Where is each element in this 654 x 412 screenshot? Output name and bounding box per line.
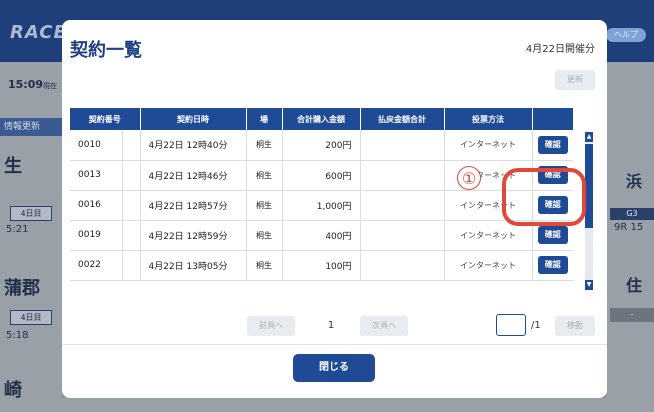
column-header: 契約日時 [140,108,247,130]
table-row: 0016 4月22日 12時57分 桐生 1,000円 インターネット 確認 [70,190,573,221]
venue-time: 5:18 [6,330,29,341]
background-left-panel: 15:09現在 情報更新 生 4日目 5:21 蒲郡 4日目 5:18 崎 [0,62,62,412]
modal-title: 契約一覧 [70,40,142,61]
contract-datetime: 4月22日 12時59分 [140,220,247,251]
contract-venue: 桐生 [246,220,283,251]
grade-badge: G3 [610,208,654,220]
column-header: 場 [246,108,283,130]
contract-method: インターネット [444,250,533,281]
move-button[interactable]: 移動 [555,316,595,336]
next-page-button[interactable]: 次頁へ [360,316,408,336]
scroll-up-icon[interactable]: ▲ [585,132,593,142]
help-button[interactable]: ヘルプ [606,28,646,42]
contract-list-modal: 契約一覧 4月22日開催分 更新 契約番号 契約日時 場 合計購入金額 払戻金額… [62,20,607,398]
column-header: 払戻金額合計 [360,108,445,130]
modal-date: 4月22日開催分 [525,44,595,55]
day-badge: 4日目 [10,206,52,221]
contract-payout [360,220,445,251]
contract-venue: 桐生 [246,160,283,191]
contract-amount: 200円 [282,130,361,161]
column-header: 投票方法 [444,108,533,130]
annotation-number: ① [457,166,481,190]
table-header: 契約番号 契約日時 場 合計購入金額 払戻金額合計 投票方法 [70,108,573,130]
venue-time: 5:21 [6,224,29,235]
contract-table: 契約番号 契約日時 場 合計購入金額 払戻金額合計 投票方法 0010 4月22… [70,108,573,303]
contract-amount: 1,000円 [282,190,361,221]
current-page: 1 [327,320,335,331]
venue-name-right: 浜 [626,172,643,191]
contract-id: 0019 [70,220,123,251]
prev-page-button[interactable]: 前頁へ [247,316,295,336]
contract-amount: 400円 [282,220,361,251]
current-time: 15:09現在 [8,78,58,91]
modal-divider [62,344,607,345]
contract-datetime: 4月22日 12時46分 [140,160,247,191]
table-row: 0010 4月22日 12時40分 桐生 200円 インターネット 確認 [70,130,573,161]
app-logo: RACE [10,22,67,43]
venue-name-right-2: 住 [626,276,643,295]
close-button[interactable]: 閉じる [293,354,375,382]
contract-payout [360,250,445,281]
contract-id: 0010 [70,130,123,161]
page-total: /1 [531,320,541,331]
table-scrollbar[interactable]: ▲ ▼ [585,132,593,290]
contract-id: 0022 [70,250,123,281]
table-row: 0022 4月22日 13時05分 桐生 100円 インターネット 確認 [70,250,573,281]
contract-datetime: 4月22日 12時40分 [140,130,247,161]
table-row: 0013 4月22日 12時46分 桐生 600円 インターネット 確認 [70,160,573,191]
column-header [532,108,573,130]
venue-name: 生 [4,156,22,177]
contract-id: 0013 [70,160,123,191]
scroll-thumb[interactable] [585,144,593,228]
contract-payout [360,130,445,161]
contract-datetime: 4月22日 13時05分 [140,250,247,281]
right-status-bar: - [610,308,654,322]
contract-payout [360,160,445,191]
info-update-tab[interactable]: 情報更新 [0,118,62,136]
contract-amount: 100円 [282,250,361,281]
race-info: 9R 15 [614,222,644,233]
day-badge: 4日目 [10,310,52,325]
contract-venue: 桐生 [246,250,283,281]
column-header: 契約番号 [70,108,141,130]
contract-method: インターネット [444,130,533,161]
contract-payout [360,190,445,221]
confirm-button[interactable]: 確認 [537,226,568,244]
venue-name: 蒲郡 [4,278,40,299]
annotation-highlight [502,168,586,226]
background-bottom [0,398,654,412]
page-number-input[interactable] [496,314,526,336]
column-header: 合計購入金額 [282,108,361,130]
table-row: 0019 4月22日 12時59分 桐生 400円 インターネット 確認 [70,220,573,251]
contract-venue: 桐生 [246,130,283,161]
contract-venue: 桐生 [246,190,283,221]
confirm-button[interactable]: 確認 [537,135,568,154]
contract-id: 0016 [70,190,123,221]
scroll-down-icon[interactable]: ▼ [585,280,593,290]
background-right-panel [606,62,654,412]
contract-amount: 600円 [282,160,361,191]
refresh-button[interactable]: 更新 [555,70,595,90]
contract-datetime: 4月22日 12時57分 [140,190,247,221]
confirm-button[interactable]: 確認 [537,256,568,274]
